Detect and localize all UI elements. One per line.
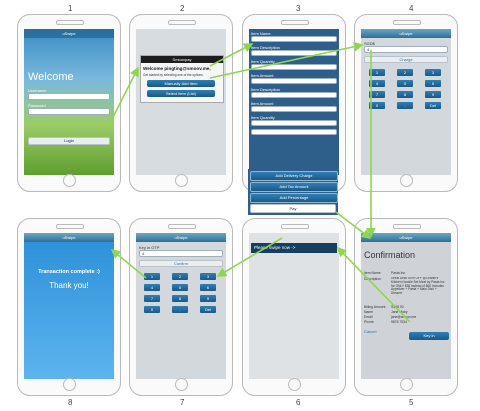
keypad-key-2[interactable]: 2 bbox=[397, 69, 413, 76]
pay-button[interactable]: Pay bbox=[250, 204, 336, 213]
step-number-4: 4 bbox=[409, 4, 414, 13]
row-label-description: Description bbox=[364, 277, 381, 281]
row-label-item-name: Item Name bbox=[364, 271, 381, 275]
keypad-key-9[interactable]: 9 bbox=[200, 295, 216, 302]
keypad-key-5[interactable]: 5 bbox=[172, 284, 188, 291]
swipe-screen: Please swipe now -> bbox=[249, 233, 339, 379]
app-title-bar: uSwipe bbox=[361, 233, 451, 242]
charge-button[interactable]: Charge bbox=[364, 56, 448, 63]
item-description-input[interactable] bbox=[251, 50, 337, 56]
app-title-bar: uSwipe bbox=[24, 233, 114, 242]
complete-screen: uSwipe Transaction complete :) Thank you… bbox=[24, 233, 114, 379]
keypad-key-9[interactable]: 9 bbox=[425, 91, 441, 98]
select-item-list-button[interactable]: Select Item (List) bbox=[147, 90, 215, 97]
phone-complete: uSwipe Transaction complete :) Thank you… bbox=[17, 218, 121, 396]
row-label-email: Email bbox=[364, 315, 373, 319]
step-number-1: 1 bbox=[68, 4, 73, 13]
keypad-key-1[interactable]: 1 bbox=[369, 69, 385, 76]
phone-otp: uSwipe Key in OTP 4 Confirm 1234567890.D… bbox=[129, 218, 233, 396]
item-amount-input-2[interactable] bbox=[251, 106, 337, 112]
keypad-key-dot[interactable]: . bbox=[397, 102, 413, 109]
keypad-key-8[interactable]: 8 bbox=[397, 91, 413, 98]
item-form-screen: Item Name Item Description Item Quantity… bbox=[249, 29, 339, 175]
keypad-key-del[interactable]: Del bbox=[200, 306, 216, 313]
manually-add-item-button[interactable]: Manually Add Item bbox=[147, 80, 215, 87]
step-number-7: 7 bbox=[180, 398, 185, 407]
row-value-billing-amount: S$38.00 bbox=[391, 305, 404, 309]
keypad-key-dot[interactable]: . bbox=[172, 306, 188, 313]
keypad-key-7[interactable]: 7 bbox=[369, 91, 385, 98]
dialog-subtitle: Get started by selecting one of the opti… bbox=[143, 73, 204, 77]
row-value-email: jane@smoov.me bbox=[391, 315, 417, 319]
keypad-key-6[interactable]: 6 bbox=[200, 284, 216, 291]
item-amount-input[interactable] bbox=[251, 78, 337, 84]
app-title-bar: uSwipe bbox=[136, 233, 226, 242]
item-quantity-input[interactable] bbox=[251, 64, 337, 70]
swipe-prompt: Please swipe now -> bbox=[251, 243, 337, 253]
confirmation-title: Confirmation bbox=[364, 250, 416, 260]
keypad-key-8[interactable]: 8 bbox=[172, 295, 188, 302]
keypad-key-del[interactable]: Del bbox=[425, 102, 441, 109]
step-number-6: 6 bbox=[296, 398, 301, 407]
step-number-3: 3 bbox=[296, 4, 301, 13]
item-form-overflow: Add Delivery Charge Add Tax Amount Add P… bbox=[248, 169, 338, 215]
item-description-input-2[interactable] bbox=[251, 92, 337, 98]
row-value-name: Jane Moby bbox=[391, 310, 408, 314]
item-quantity-input-2[interactable] bbox=[251, 120, 337, 126]
username-input[interactable] bbox=[28, 93, 110, 100]
keypad-key-2[interactable]: 2 bbox=[172, 273, 188, 280]
add-tax-amount-button[interactable]: Add Tax Amount bbox=[250, 182, 338, 192]
dialog-header: Smoovpay bbox=[141, 56, 223, 63]
keypad-key-6[interactable]: 6 bbox=[425, 80, 441, 87]
options-screen: Smoovpay Welcome pingting@smoov.me, Get … bbox=[136, 29, 226, 175]
keypad-key-0[interactable]: 0 bbox=[369, 102, 385, 109]
row-label-phone: Phone bbox=[364, 320, 374, 324]
confirmation-screen: uSwipe Confirmation Item Name Pasta Inc … bbox=[361, 233, 451, 379]
add-percentage-button[interactable]: Add Percentage bbox=[250, 193, 338, 203]
phone-login: uSwipe Welcome Username Password Login bbox=[17, 14, 121, 192]
key-in-button[interactable]: Key in bbox=[409, 332, 449, 340]
otp-screen: uSwipe Key in OTP 4 Confirm 1234567890.D… bbox=[136, 233, 226, 379]
phone-charge: uSwipe SGD$ 4 Charge 1 2 3 4 5 6 7 8 9 0. Del bbox=[354, 14, 458, 192]
extra-input[interactable] bbox=[251, 129, 337, 135]
thank-you-text: Thank you! bbox=[49, 281, 89, 290]
keypad-key-7[interactable]: 7 bbox=[144, 295, 160, 302]
phone-swipe: Please swipe now -> bbox=[242, 218, 346, 396]
row-label-billing-amount: Billing Amount bbox=[364, 305, 386, 309]
row-label-name: Name bbox=[364, 310, 374, 314]
keypad-key-4[interactable]: 4 bbox=[144, 284, 160, 291]
amount-input[interactable]: 4 bbox=[364, 46, 448, 53]
keypad-key-3[interactable]: 3 bbox=[425, 69, 441, 76]
keypad-key-1[interactable]: 1 bbox=[144, 273, 160, 280]
otp-input[interactable]: 4 bbox=[139, 250, 223, 257]
transaction-complete-text: Transaction complete :) bbox=[38, 269, 100, 275]
item-name-input[interactable] bbox=[251, 36, 337, 42]
keypad-key-0[interactable]: 0 bbox=[144, 306, 160, 313]
step-number-5: 5 bbox=[409, 398, 414, 407]
phone-item-form: Item Name Item Description Item Quantity… bbox=[242, 14, 346, 192]
row-value-item-name: Pasta Inc bbox=[391, 271, 406, 275]
options-dialog: Smoovpay Welcome pingting@smoov.me, Get … bbox=[140, 55, 224, 103]
keypad-key-4[interactable]: 4 bbox=[369, 80, 385, 87]
login-screen: uSwipe Welcome Username Password Login bbox=[24, 29, 114, 175]
add-delivery-charge-button[interactable]: Add Delivery Charge bbox=[250, 171, 338, 181]
app-title-bar: uSwipe bbox=[24, 29, 114, 38]
welcome-title: Welcome bbox=[28, 71, 74, 83]
step-number-8: 8 bbox=[68, 398, 73, 407]
cancel-link[interactable]: Cancel bbox=[364, 329, 376, 334]
row-value-description: Great Deal: 50% OFF @Charlie's Kitchen N… bbox=[391, 277, 445, 296]
app-title-bar: uSwipe bbox=[361, 29, 451, 38]
keypad-key-5[interactable]: 5 bbox=[397, 80, 413, 87]
step-number-2: 2 bbox=[180, 4, 185, 13]
phone-options: Smoovpay Welcome pingting@smoov.me, Get … bbox=[129, 14, 233, 192]
phone-confirmation: uSwipe Confirmation Item Name Pasta Inc … bbox=[354, 218, 458, 396]
confirm-button[interactable]: Confirm bbox=[139, 260, 223, 267]
password-input[interactable] bbox=[28, 108, 110, 115]
charge-screen: uSwipe SGD$ 4 Charge 1 2 3 4 5 6 7 8 9 0. Del bbox=[361, 29, 451, 175]
row-value-phone: 9876 7534 bbox=[391, 320, 408, 324]
login-button[interactable]: Login bbox=[28, 137, 110, 145]
keypad-key-3[interactable]: 3 bbox=[200, 273, 216, 280]
welcome-user: Welcome pingting@smoov.me, bbox=[143, 66, 211, 71]
